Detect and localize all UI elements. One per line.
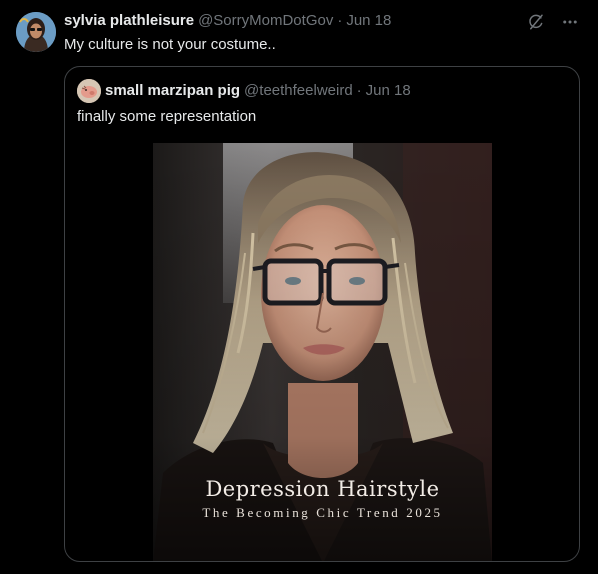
quoted-text: finally some representation (77, 108, 257, 125)
more-icon[interactable] (560, 12, 580, 32)
tweet: sylvia plathleisure @SorryMomDotGov · Ju… (0, 0, 598, 574)
quoted-author-avatar[interactable] (77, 79, 101, 103)
tweet-text: My culture is not your costume.. (64, 36, 276, 53)
image-caption-subtitle: The Becoming Chic Trend 2025 (202, 505, 443, 520)
quoted-header: small marzipan pig @teethfeelweird · Jun… (105, 81, 411, 101)
grok-icon[interactable] (526, 12, 546, 32)
tweet-timestamp[interactable]: Jun 18 (346, 11, 391, 31)
quoted-author-handle[interactable]: @teethfeelweird (244, 81, 353, 101)
author-name[interactable]: sylvia plathleisure (64, 11, 194, 31)
image-caption-title: Depression Hairstyle (205, 477, 440, 501)
author-handle[interactable]: @SorryMomDotGov (198, 11, 333, 31)
quoted-media-image[interactable]: Depression Hairstyle The Becoming Chic T… (153, 143, 492, 561)
quoted-author-name[interactable]: small marzipan pig (105, 81, 240, 101)
author-avatar[interactable] (16, 12, 56, 52)
separator-dot: · (337, 12, 343, 29)
quoted-tweet[interactable]: small marzipan pig @teethfeelweird · Jun… (64, 66, 580, 562)
tweet-actions (526, 12, 580, 32)
quoted-timestamp[interactable]: Jun 18 (366, 81, 411, 101)
tweet-header: sylvia plathleisure @SorryMomDotGov · Ju… (64, 11, 391, 31)
separator-dot: · (356, 82, 362, 99)
